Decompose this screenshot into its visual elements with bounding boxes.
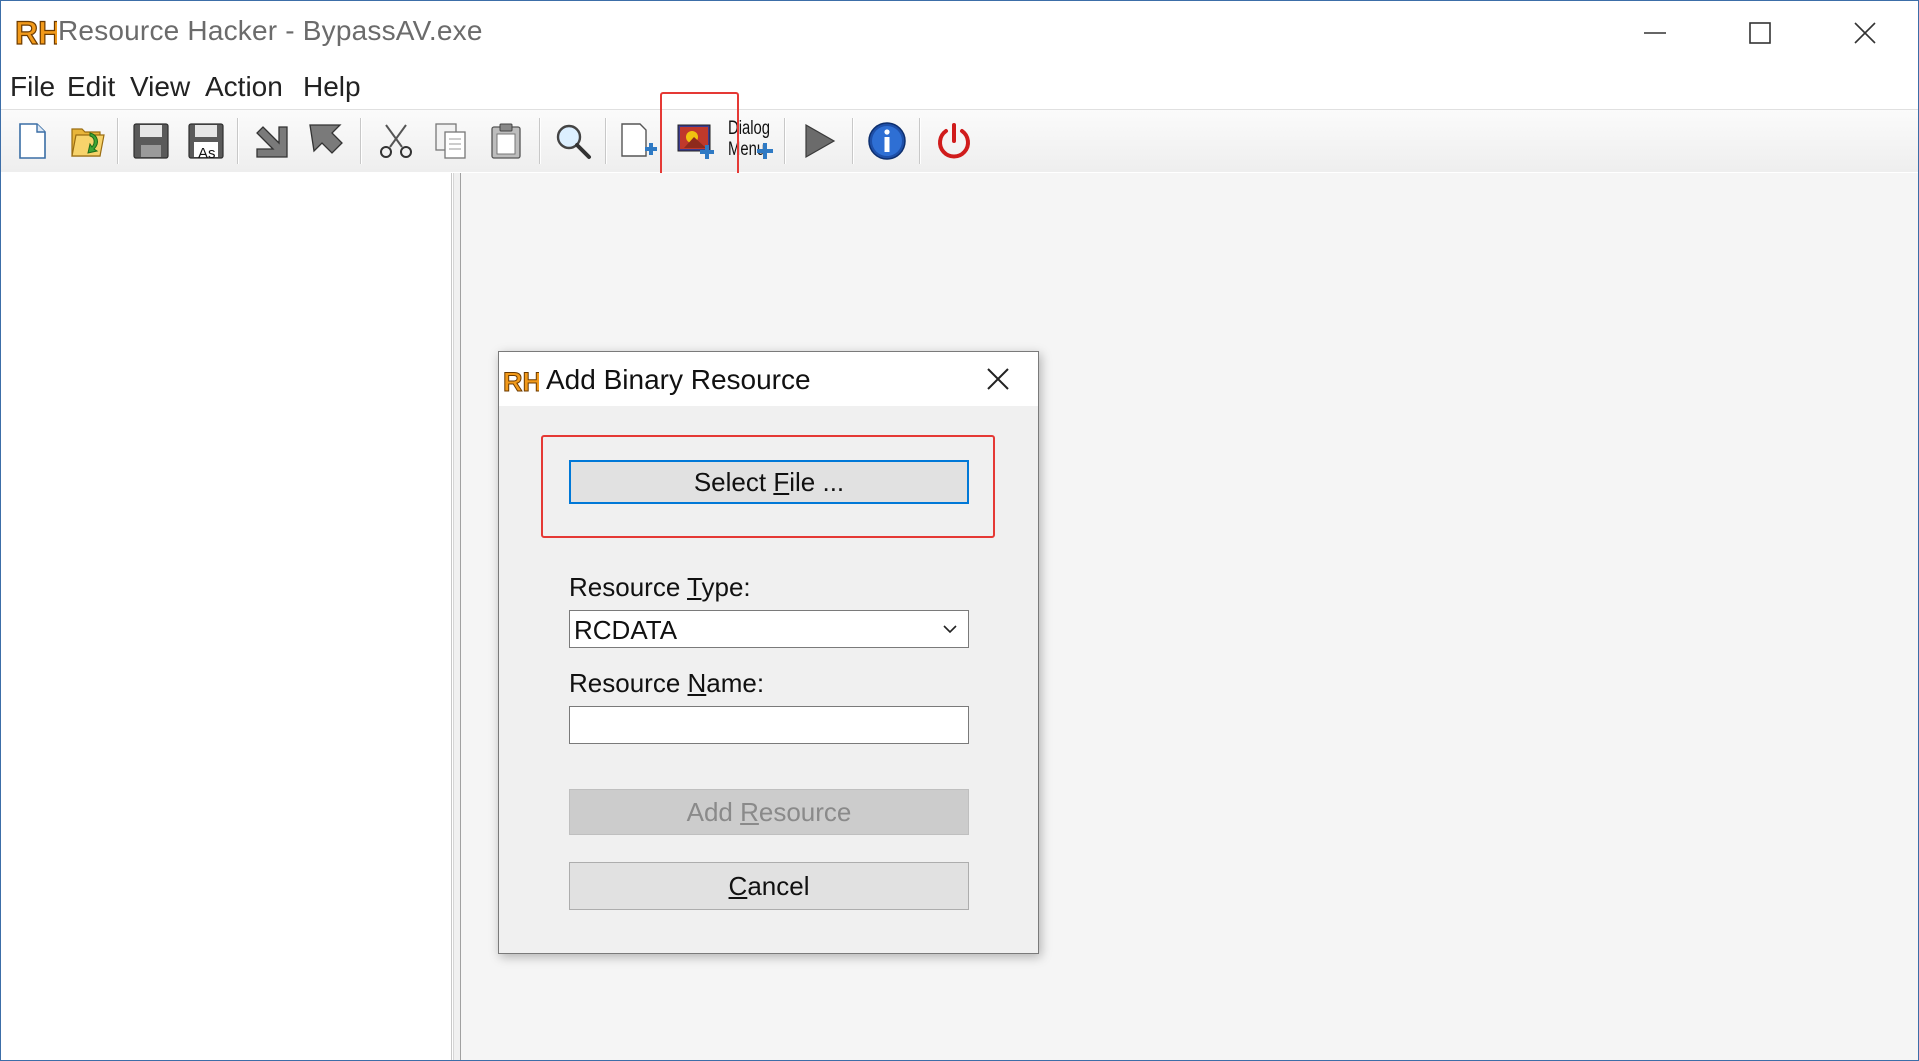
add-resource-button[interactable]: Add Resource — [569, 789, 969, 835]
close-window-button[interactable] — [1813, 1, 1918, 65]
resource-type-label-text: Resource — [569, 572, 688, 602]
toolbar-separator — [919, 118, 921, 164]
resource-tree-pane[interactable] — [1, 173, 452, 1060]
dialog-title: Add Binary Resource — [546, 364, 811, 395]
pane-splitter[interactable] — [453, 173, 461, 1060]
new-file-button[interactable] — [7, 116, 57, 166]
resource-type-label: Resource Type: — [569, 572, 751, 603]
compile-arrow-icon — [309, 124, 343, 154]
resource-name-input[interactable] — [569, 706, 969, 744]
copy-icon — [435, 123, 466, 159]
resource-hacker-logo-icon: RH — [15, 14, 57, 51]
resource-name-label: Resource Name: — [569, 668, 764, 699]
svg-text:RH: RH — [503, 367, 539, 396]
add-blank-resource-icon — [621, 123, 657, 157]
add-resource-mnemonic: R — [740, 797, 759, 827]
resource-hacker-window: RH Resource Hacker - BypassAV.exe File E… — [0, 0, 1919, 1061]
about-button[interactable] — [862, 116, 912, 166]
add-binary-resource-dialog: RH Add Binary Resource Select File ... R… — [498, 351, 1039, 954]
resource-name-label-rest: ame: — [706, 668, 765, 698]
close-icon — [987, 368, 1009, 390]
search-icon — [556, 124, 591, 159]
select-file-mnemonic: F — [773, 467, 790, 497]
info-icon — [868, 122, 906, 160]
select-file-button[interactable]: Select File ... — [569, 460, 969, 504]
save-as-button[interactable]: As — [181, 116, 231, 166]
dialog-close-button[interactable] — [958, 352, 1038, 406]
toolbar-separator — [852, 118, 854, 164]
add-binary-resource-icon — [677, 124, 714, 159]
cut-icon — [380, 124, 412, 158]
resource-type-select[interactable]: RCDATA — [569, 610, 969, 648]
dialog-title-bar: RH Add Binary Resource — [499, 352, 1038, 406]
minimize-icon — [1644, 32, 1666, 34]
toolbar-separator — [117, 118, 119, 164]
open-button[interactable] — [63, 116, 113, 166]
compile-button[interactable] — [246, 116, 296, 166]
resource-hacker-logo-icon: RH — [503, 367, 539, 397]
cancel-button[interactable]: Cancel — [569, 862, 969, 910]
window-title: Resource Hacker - BypassAV.exe — [58, 15, 483, 46]
resource-type-label-rest: ype: — [701, 572, 751, 602]
maximize-button[interactable] — [1708, 1, 1813, 65]
chevron-down-icon — [943, 625, 957, 634]
toolbar: As Dialog Menu — [1, 109, 1918, 172]
menu-action[interactable]: Action — [205, 71, 283, 103]
compile-arrow-icon — [256, 126, 288, 158]
add-icon — [757, 143, 773, 159]
copy-button[interactable] — [426, 116, 476, 166]
select-file-label-rest: ile ... — [789, 467, 845, 497]
add-resource-label-rest: esource — [758, 797, 852, 827]
paste-icon — [491, 123, 521, 159]
save-icon — [133, 123, 169, 159]
dialog-menu-button[interactable]: Dialog Menu — [725, 116, 781, 166]
resource-type-value: RCDATA — [574, 615, 678, 645]
run-button[interactable] — [793, 116, 843, 166]
menu-help[interactable]: Help — [303, 71, 361, 103]
close-icon — [1854, 22, 1876, 44]
open-folder-icon — [71, 128, 105, 157]
cut-button[interactable] — [371, 116, 421, 166]
run-icon — [805, 123, 836, 159]
menu-edit[interactable]: Edit — [67, 71, 115, 103]
resource-type-label-mnemonic: T — [687, 572, 702, 602]
compile-run-button[interactable] — [301, 116, 351, 166]
toolbar-separator — [539, 118, 541, 164]
resource-name-label-text: Resource — [569, 668, 688, 698]
minimize-button[interactable] — [1603, 1, 1708, 65]
menu-file[interactable]: File — [10, 71, 55, 103]
toolbar-separator — [237, 118, 239, 164]
power-icon — [938, 123, 970, 159]
save-button[interactable] — [126, 116, 176, 166]
menu-view[interactable]: View — [130, 71, 190, 103]
exit-button[interactable] — [929, 116, 979, 166]
cancel-label: ancel — [747, 871, 810, 901]
new-file-icon — [19, 123, 46, 159]
cancel-mnemonic: C — [728, 871, 748, 901]
add-resource-label: Add — [686, 797, 741, 827]
save-as-badge: As — [198, 145, 216, 162]
select-file-label: Select — [693, 467, 774, 497]
add-binary-resource-button[interactable] — [671, 116, 721, 166]
toolbar-separator — [784, 118, 786, 164]
search-button[interactable] — [548, 116, 598, 166]
paste-button[interactable] — [481, 116, 531, 166]
svg-text:RH: RH — [15, 15, 57, 51]
menu-bar: File Edit View Action Help — [1, 67, 1918, 109]
resource-name-label-mnemonic: N — [687, 668, 707, 698]
add-blank-resource-button[interactable] — [613, 116, 663, 166]
maximize-icon — [1749, 22, 1771, 44]
toolbar-separator — [605, 118, 607, 164]
title-bar: RH Resource Hacker - BypassAV.exe — [1, 1, 1918, 65]
toolbar-separator — [360, 118, 362, 164]
dialog-menu-label-line1: Dialog — [728, 118, 771, 139]
